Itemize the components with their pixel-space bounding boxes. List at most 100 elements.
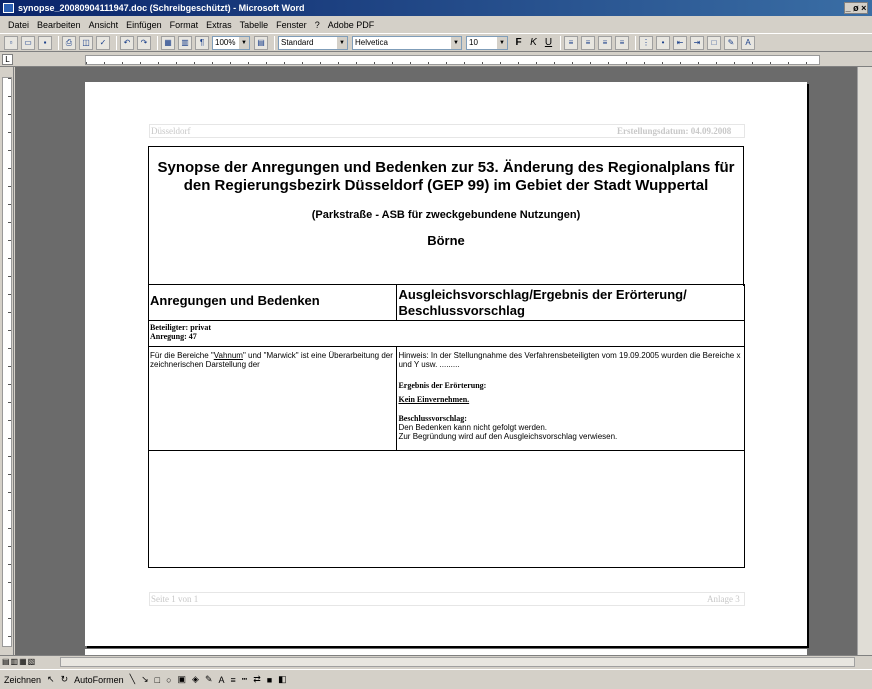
ruler-scale[interactable] — [85, 55, 820, 65]
undo-icon[interactable]: ↶ — [120, 35, 134, 50]
autoshapes-menu[interactable]: AutoFormen — [74, 675, 124, 685]
beschluss-line-2: Zur Begründung wird auf den Ausgleichsvo… — [398, 432, 618, 441]
line-color-icon[interactable]: ✎ — [205, 674, 213, 685]
toolbar-separator — [560, 35, 561, 50]
response-cell[interactable]: Hinweis: In der Stellungnahme des Verfah… — [396, 346, 745, 451]
line-style-icon[interactable]: ≡ — [231, 675, 236, 685]
font-size-select[interactable]: 10 ▼ — [466, 35, 508, 50]
redo-icon[interactable]: ↷ — [137, 35, 151, 50]
document-place: Börne — [427, 233, 465, 248]
beschluss-line-1: Den Bedenken kann nicht gefolgt werden. — [398, 423, 548, 432]
chevron-down-icon: ▼ — [497, 36, 507, 49]
open-folder-icon[interactable]: ▭ — [21, 35, 35, 50]
select-objects-icon[interactable]: ↖ — [47, 674, 55, 685]
spellcheck-icon[interactable]: ✓ — [96, 35, 110, 50]
table-icon[interactable]: ▦ — [161, 35, 175, 50]
menu-extras[interactable]: Extras — [202, 20, 236, 30]
dash-style-icon[interactable]: ┅ — [242, 674, 247, 685]
toolbar-separator — [635, 35, 636, 50]
rotate-icon[interactable]: ↻ — [61, 674, 69, 685]
draw-menu[interactable]: Zeichnen — [4, 675, 41, 685]
align-right-icon[interactable]: ≡ — [598, 35, 612, 50]
new-document-icon[interactable]: ▫ — [4, 35, 18, 50]
ellipse-icon[interactable]: ○ — [166, 675, 171, 685]
zoom-select[interactable]: 100% ▼ — [212, 35, 250, 50]
bullets-icon[interactable]: • — [656, 35, 670, 50]
ergebnis-value: Kein Einvernehmen. — [398, 395, 470, 404]
vertical-scrollbar[interactable] — [857, 67, 872, 655]
menu-tabelle[interactable]: Tabelle — [236, 20, 273, 30]
columns-icon[interactable]: ▥ — [178, 35, 192, 50]
increase-indent-icon[interactable]: ⇥ — [690, 35, 704, 50]
bold-icon[interactable]: F — [512, 36, 525, 50]
horizontal-ruler[interactable]: L — [0, 53, 872, 67]
chevron-down-icon: ▼ — [451, 36, 461, 49]
toolbar-separator — [157, 35, 158, 50]
font-color-icon[interactable]: A — [218, 675, 224, 685]
print-icon[interactable]: ⎙ — [62, 35, 76, 50]
horizontal-scrollbar[interactable] — [60, 657, 855, 667]
window-controls[interactable]: _ ø × — [844, 2, 868, 14]
chevron-down-icon: ▼ — [239, 36, 249, 49]
style-value: Standard — [281, 37, 314, 47]
hinweis-text: Hinweis: In der Stellungnahme des Verfah… — [398, 351, 741, 369]
menu-ansicht[interactable]: Ansicht — [85, 20, 123, 30]
italic-icon[interactable]: K — [527, 36, 540, 50]
document-title: Synopse der Anregungen und Bedenken zur … — [157, 159, 735, 194]
menu-datei[interactable]: Datei — [4, 20, 33, 30]
column-header-right: Ausgleichsvorschlag/Ergebnis der Erörter… — [396, 284, 745, 321]
view-mode-buttons[interactable]: ▤▥▦▧ — [2, 657, 36, 666]
print-preview-icon[interactable]: ◫ — [79, 35, 93, 50]
border-icon[interactable]: □ — [707, 35, 721, 50]
3d-icon[interactable]: ◧ — [278, 674, 287, 685]
arrow-style-icon[interactable]: ⇄ — [253, 674, 261, 685]
justify-icon[interactable]: ≡ — [615, 35, 629, 50]
toolbar: ▫ ▭ ▪ ⎙ ◫ ✓ ↶ ↷ ▦ ▥ ¶ 100% ▼ ▤ Standard ▼ … — [0, 33, 872, 52]
document-workspace: Düsseldorf Erstellungsdatum: 04.09.2008 … — [15, 67, 857, 655]
word-app-icon — [3, 3, 14, 13]
window-title: synopse_20080904111947.doc (Schreibgesch… — [18, 3, 305, 13]
textbox-icon[interactable]: ▣ — [178, 674, 187, 685]
paragraph-marks-icon[interactable]: ¶ — [195, 35, 209, 50]
suggestion-text-cell[interactable]: Für die Bereiche "Vahnum" und "Marwick" … — [147, 346, 398, 451]
highlight-icon[interactable]: ✎ — [724, 35, 738, 50]
menu-einfuegen[interactable]: Einfügen — [122, 20, 166, 30]
decrease-indent-icon[interactable]: ⇤ — [673, 35, 687, 50]
participant-label: Beteiligter: privat — [150, 323, 212, 332]
tab-stop-selector[interactable]: L — [2, 54, 13, 65]
font-size-value: 10 — [469, 37, 478, 47]
align-center-icon[interactable]: ≡ — [581, 35, 595, 50]
header-location: Düsseldorf — [151, 126, 191, 136]
document-page[interactable]: Düsseldorf Erstellungsdatum: 04.09.2008 … — [85, 82, 807, 646]
numbering-icon[interactable]: ⋮ — [639, 35, 653, 50]
arrow-icon[interactable]: ↘ — [141, 674, 149, 685]
vertical-ruler[interactable] — [0, 67, 14, 655]
menu-bearbeiten[interactable]: Bearbeiten — [33, 20, 85, 30]
style-select[interactable]: Standard ▼ — [278, 35, 348, 50]
menu-adobe-pdf[interactable]: Adobe PDF — [324, 20, 379, 30]
font-color-icon[interactable]: A — [741, 35, 755, 50]
footer-attachment: Anlage 3 — [707, 594, 740, 604]
chevron-down-icon: ▼ — [337, 36, 347, 49]
font-select[interactable]: Helvetica ▼ — [352, 35, 462, 50]
shadow-icon[interactable]: ■ — [267, 675, 272, 685]
column-header-left: Anregungen und Bedenken — [147, 284, 398, 321]
suggestion-number: Anregung: 47 — [150, 332, 197, 341]
spellcheck-word[interactable]: Vahnum — [214, 351, 243, 360]
menubar: Datei Bearbeiten Ansicht Einfügen Format… — [0, 16, 872, 33]
participant-cell: Beteiligter: privat Anregung: 47 — [148, 320, 745, 347]
align-left-icon[interactable]: ≡ — [564, 35, 578, 50]
table-row: Beteiligter: privat Anregung: 47 — [148, 320, 745, 347]
fill-color-icon[interactable]: ◈ — [192, 674, 199, 685]
rectangle-icon[interactable]: □ — [155, 675, 160, 685]
save-icon[interactable]: ▪ — [38, 35, 52, 50]
read-mode-icon[interactable]: ▤ — [254, 35, 268, 50]
vertical-ruler-scale[interactable] — [2, 77, 12, 647]
underline-icon[interactable]: U — [542, 36, 555, 50]
menu-help[interactable]: ? — [311, 20, 324, 30]
font-value: Helvetica — [355, 37, 388, 47]
menu-format[interactable]: Format — [166, 20, 203, 30]
menu-fenster[interactable]: Fenster — [272, 20, 311, 30]
document-subtitle: (Parkstraße - ASB für zweckgebundene Nut… — [311, 209, 581, 221]
line-icon[interactable]: ╲ — [130, 674, 135, 685]
